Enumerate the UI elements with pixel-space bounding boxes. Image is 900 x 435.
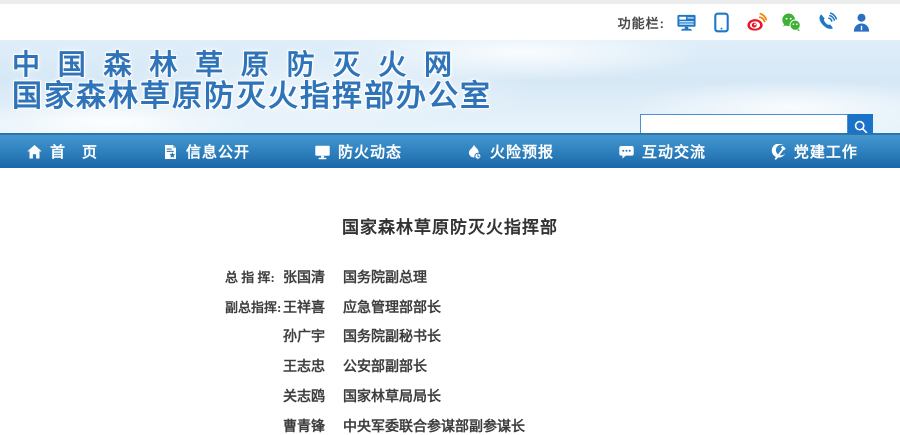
nav-label: 信息公开: [185, 144, 250, 161]
commander-roster: 总 指 挥: 张国清 国务院副总理 副总指挥: 王祥喜 应急管理部部长 孙广宇 国务院副秘…: [225, 263, 900, 435]
document-icon: [164, 144, 176, 159]
roster-person-title: 国务院副秘书长: [343, 330, 441, 345]
roster-person-name: 孙广宇: [283, 330, 325, 345]
monitor-icon: [315, 145, 330, 159]
roster-role-label: 副总指挥:: [225, 300, 282, 315]
site-banner: 中 国 森 林 草 原 防 灭 火 网 国家森林草原防灭火指挥部办公室: [0, 40, 900, 140]
roster-person-title: 应急管理部部长: [343, 301, 441, 316]
roster-row: 王志忠 公安部副部长: [225, 353, 900, 383]
main-content: 国家森林草原防灭火指挥部 总 指 挥: 张国清 国务院副总理 副总指挥: 王祥喜 应急管…: [0, 168, 900, 435]
nav-label: 党建工作: [793, 144, 858, 161]
phone-icon[interactable]: [815, 11, 837, 33]
desktop-icon[interactable]: [675, 11, 697, 33]
nav-label: 互动交流: [641, 144, 706, 161]
site-title-line1: 中 国 森 林 草 原 防 灭 火 网: [12, 49, 453, 80]
site-logo[interactable]: 中 国 森 林 草 原 防 灭 火 网 国家森林草原防灭火指挥部办公室: [12, 49, 492, 114]
roster-person-name: 张国清: [283, 271, 325, 286]
chat-icon: [619, 145, 634, 159]
nav-item-party-building[interactable]: 党建工作: [770, 141, 858, 162]
weibo-icon[interactable]: [745, 11, 767, 33]
nav-item-fire-news[interactable]: 防火动态: [314, 141, 402, 162]
roster-person-name: 王志忠: [283, 360, 325, 375]
roster-person-title: 国务院副总理: [343, 271, 427, 286]
nav-item-fire-forecast[interactable]: 火险预报: [466, 141, 554, 162]
roster-person-name: 王祥喜: [283, 301, 325, 316]
roster-person-title: 中央军委联合参谋部副参谋长: [343, 420, 525, 435]
roster-row: 曹青锋 中央军委联合参谋部副参谋长: [225, 413, 900, 435]
roster-person-name: 关志鸥: [283, 390, 325, 405]
roster-person-title: 公安部副部长: [343, 360, 427, 375]
nav-item-home[interactable]: 首 页: [26, 141, 98, 162]
roster-role-label: 总 指 挥:: [225, 270, 275, 285]
nav-label: 首 页: [50, 144, 99, 161]
roster-row: 副总指挥: 王祥喜 应急管理部部长: [225, 293, 900, 323]
wechat-icon[interactable]: [780, 11, 802, 33]
roster-row: 关志鸥 国家林草局局长: [225, 383, 900, 413]
fire-icon: [468, 144, 482, 160]
roster-person-title: 国家林草局局长: [343, 390, 441, 405]
roster-person-name: 曹青锋: [283, 420, 325, 435]
nav-item-info-disclosure[interactable]: 信息公开: [162, 141, 250, 162]
nav-label: 防火动态: [337, 144, 402, 161]
home-icon: [27, 144, 42, 158]
function-bar: 功能栏:: [0, 4, 900, 40]
main-nav: 首 页 信息公开 防火动态 火险预报 互动交流 党建工作: [0, 133, 900, 168]
function-bar-icons: [675, 11, 872, 33]
nav-label: 火险预报: [489, 144, 554, 161]
user-icon[interactable]: [850, 11, 872, 33]
nav-item-interaction[interactable]: 互动交流: [618, 141, 706, 162]
roster-row: 总 指 挥: 张国清 国务院副总理: [225, 263, 900, 293]
party-icon: [771, 143, 786, 160]
function-bar-label: 功能栏:: [617, 15, 665, 31]
site-title-line2: 国家森林草原防灭火指挥部办公室: [12, 80, 492, 113]
mobile-icon[interactable]: [710, 11, 732, 33]
page-title: 国家森林草原防灭火指挥部: [342, 218, 558, 237]
roster-row: 孙广宇 国务院副秘书长: [225, 323, 900, 353]
